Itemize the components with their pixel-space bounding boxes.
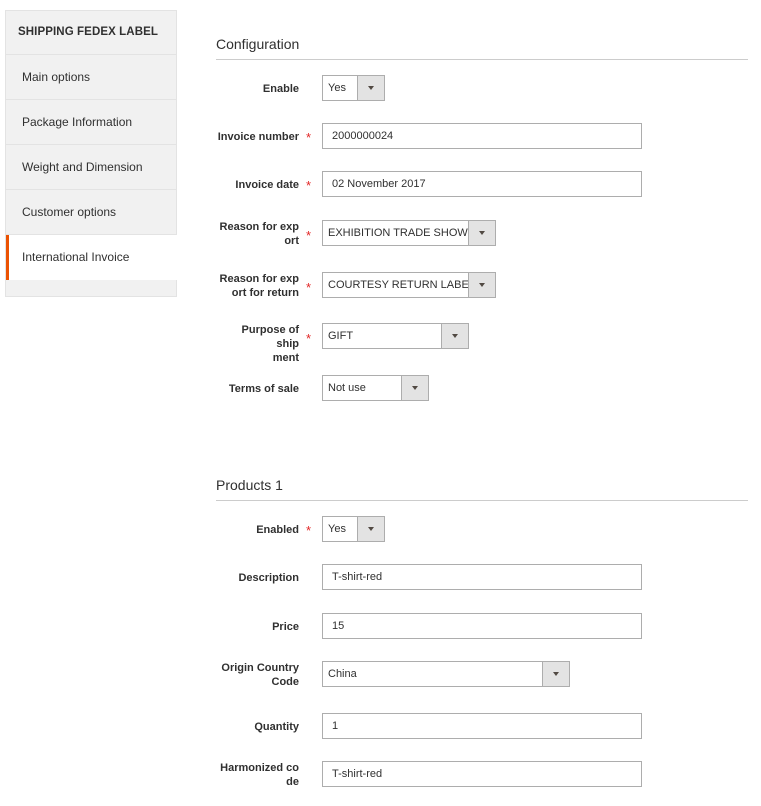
invoice-date-field: Invoice date * 02 November 2017 [216,171,746,197]
reason-for-export-label-line2: ort [284,235,299,247]
purpose-of-shipment-label-line2: ment [272,352,299,364]
product-quantity-input[interactable]: 1 [322,713,642,739]
origin-country-code-select[interactable]: China [322,661,570,687]
product-description-label: Description [238,572,299,584]
enable-field: Enable Yes [216,75,746,101]
chevron-down-icon[interactable] [441,324,468,348]
product-price-field: Price 15 [216,613,746,639]
chevron-down-icon[interactable] [401,376,428,400]
reason-for-export-label-line1: Reason for exp [219,221,299,233]
enable-label: Enable [262,83,299,95]
purpose-of-shipment-label: Purpose of ship ment [216,323,299,365]
reason-for-export-value: EXHIBITION TRADE SHOW [328,227,468,239]
required-marker: * [306,331,312,346]
origin-country-code-label-line1: Origin Country [221,662,299,674]
product-price-label: Price [272,621,299,633]
invoice-date-input[interactable]: 02 November 2017 [322,171,642,197]
origin-country-code-field: Origin Country Code China [216,661,746,689]
terms-of-sale-select[interactable]: Not use [322,375,429,401]
sidebar-title: SHIPPING FEDEX LABEL [6,11,176,55]
purpose-of-shipment-label-line1: Purpose of ship [241,324,299,350]
purpose-of-shipment-value: GIFT [328,330,354,342]
reason-for-export-select[interactable]: EXHIBITION TRADE SHOW [322,220,496,246]
terms-of-sale-value: Not use [328,382,366,394]
product-description-field: Description T-shirt-red [216,564,746,590]
sidebar-item-weight-and-dimension[interactable]: Weight and Dimension [6,145,176,190]
required-marker: * [306,523,312,538]
invoice-number-input[interactable]: 2000000024 [322,123,642,149]
origin-country-code-label-line2: Code [271,676,300,688]
sidebar-item-package-information[interactable]: Package Information [6,100,176,145]
configuration-section-title: Configuration [216,36,748,60]
origin-country-code-value: China [328,668,357,680]
products-section-title: Products 1 [216,477,748,501]
harmonized-code-field: Harmonized co de T-shirt-red [216,761,746,789]
product-enabled-select[interactable]: Yes [322,516,385,542]
harmonized-code-input[interactable]: T-shirt-red [322,761,642,787]
chevron-down-icon[interactable] [542,662,569,686]
chevron-down-icon[interactable] [468,273,495,297]
chevron-down-icon[interactable] [468,221,495,245]
sidebar-item-international-invoice[interactable]: International Invoice [6,235,177,280]
product-quantity-label: Quantity [254,721,299,733]
required-marker: * [306,280,312,295]
enable-select[interactable]: Yes [322,75,385,101]
reason-for-export-return-label: Reason for exp ort for return [216,272,299,300]
terms-of-sale-label: Terms of sale [228,383,299,395]
required-marker: * [306,130,312,145]
harmonized-code-label-line1: Harmonized co [220,762,299,774]
invoice-date-label: Invoice date [235,179,299,191]
chevron-down-icon[interactable] [357,517,384,541]
sidebar-item-main-options[interactable]: Main options [6,55,176,100]
purpose-of-shipment-field: Purpose of ship ment * GIFT [216,323,746,364]
reason-for-export-return-value: COURTESY RETURN LABEL [328,279,475,291]
harmonized-code-label: Harmonized co de [216,761,299,789]
product-enabled-value: Yes [328,523,346,535]
terms-of-sale-field: Terms of sale Not use [216,375,746,401]
invoice-number-field: Invoice number * 2000000024 [216,123,746,149]
enable-select-value: Yes [328,82,346,94]
chevron-down-icon[interactable] [357,76,384,100]
product-quantity-field: Quantity 1 [216,713,746,739]
required-marker: * [306,228,312,243]
product-description-input[interactable]: T-shirt-red [322,564,642,590]
reason-for-export-label: Reason for exp ort [216,220,299,248]
reason-for-export-return-label-line2: ort for return [231,287,299,299]
purpose-of-shipment-select[interactable]: GIFT [322,323,469,349]
invoice-number-label: Invoice number [217,131,299,143]
origin-country-code-label: Origin Country Code [216,661,299,689]
reason-for-export-field: Reason for exp ort * EXHIBITION TRADE SH… [216,220,746,248]
sidebar-item-customer-options[interactable]: Customer options [6,190,176,235]
reason-for-export-return-field: Reason for exp ort for return * COURTESY… [216,272,746,300]
harmonized-code-label-line2: de [286,776,299,788]
reason-for-export-return-select[interactable]: COURTESY RETURN LABEL [322,272,496,298]
product-price-input[interactable]: 15 [322,613,642,639]
sidebar: SHIPPING FEDEX LABEL Main options Packag… [5,10,177,297]
reason-for-export-return-label-line1: Reason for exp [219,273,299,285]
product-enabled-field: Enabled * Yes [216,516,746,542]
product-enabled-label: Enabled [256,524,299,536]
required-marker: * [306,178,312,193]
